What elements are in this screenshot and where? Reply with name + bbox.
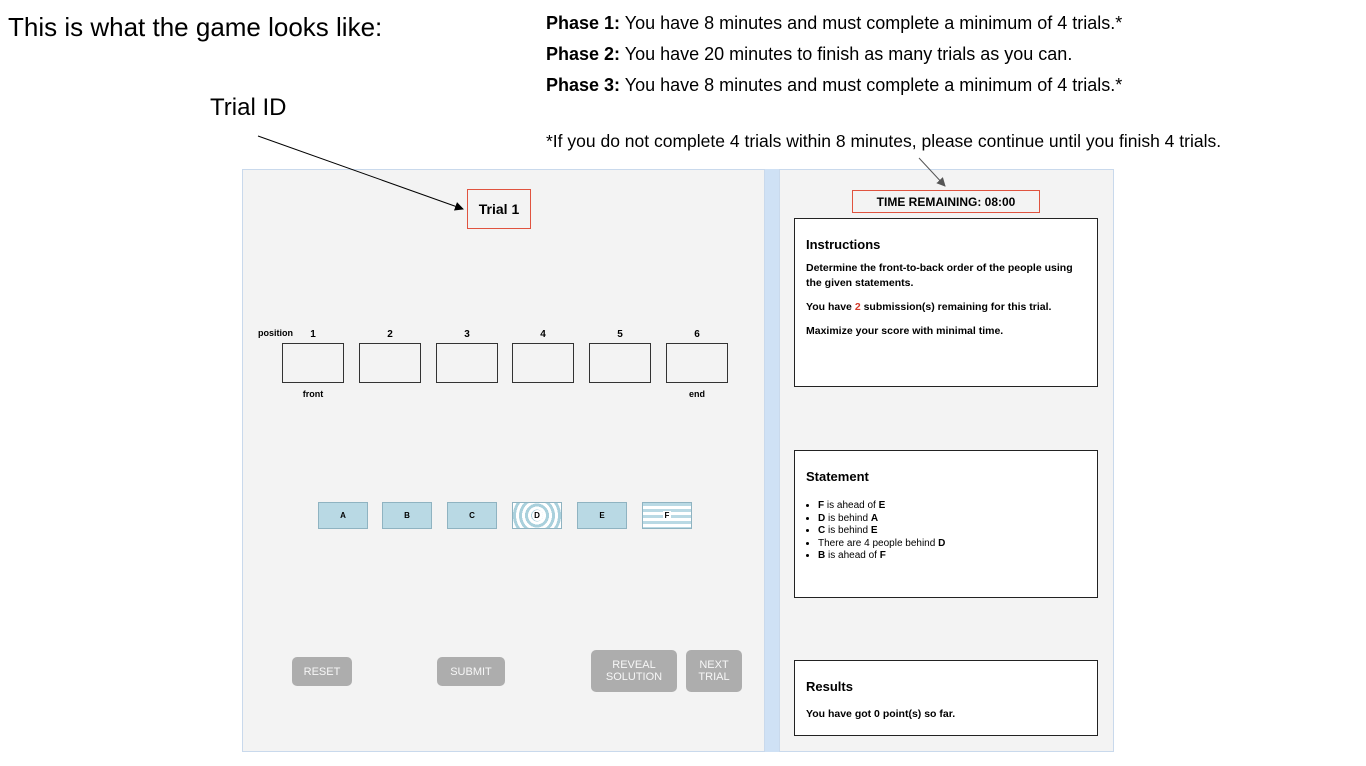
time-remaining: TIME REMAINING: 08:00: [852, 190, 1040, 213]
statement-list: F is ahead of E D is behind A C is behin…: [806, 500, 1086, 563]
statement-card: Statement F is ahead of E D is behind A …: [794, 450, 1098, 598]
position-number: 2: [387, 329, 393, 340]
position-number: 4: [540, 329, 546, 340]
statement-item: B is ahead of F: [818, 550, 1086, 563]
position-slot-1[interactable]: [282, 343, 344, 383]
position-slot-6[interactable]: [666, 343, 728, 383]
person-tile-f[interactable]: F: [642, 502, 692, 529]
person-tile-b[interactable]: B: [382, 502, 432, 529]
position-slot-2[interactable]: [359, 343, 421, 383]
next-trial-button[interactable]: NEXT TRIAL: [686, 650, 742, 692]
button-label-line: SOLUTION: [605, 671, 663, 683]
person-tile-c[interactable]: C: [447, 502, 497, 529]
person-tile-e[interactable]: E: [577, 502, 627, 529]
button-label-line: REVEAL: [612, 659, 656, 671]
statement-item: D is behind A: [818, 513, 1086, 526]
instructions-line: Determine the front-to-back order of the…: [806, 262, 1073, 289]
instructions-card: Instructions Determine the front-to-back…: [794, 218, 1098, 387]
statement-item: C is behind E: [818, 525, 1086, 538]
trial-id-annotation: Trial ID: [210, 94, 287, 121]
position-number: 3: [464, 329, 470, 340]
results-title: Results: [806, 679, 853, 694]
submissions-line: You have 2 submission(s) remaining for t…: [806, 301, 1052, 313]
instructions-line: Maximize your score with minimal time.: [806, 325, 1004, 337]
person-tile-a[interactable]: A: [318, 502, 368, 529]
person-tile-d[interactable]: D: [512, 502, 562, 529]
button-label-line: TRIAL: [698, 671, 730, 683]
phase-3: Phase 3: You have 8 minutes and must com…: [546, 75, 1123, 95]
end-label: end: [688, 389, 705, 399]
statement-title: Statement: [806, 469, 869, 484]
results-text: You have got 0 point(s) so far.: [806, 708, 956, 720]
phase-descriptions: Phase 1: You have 8 minutes and must com…: [546, 8, 1122, 101]
position-number: 1: [310, 329, 316, 340]
trial-title: Trial 1: [467, 189, 531, 229]
results-card: Results You have got 0 point(s) so far.: [794, 660, 1098, 736]
statement-item: F is ahead of E: [818, 500, 1086, 513]
panel-divider: [765, 169, 779, 752]
statement-item: There are 4 people behind D: [818, 538, 1086, 551]
tile-label: D: [531, 510, 543, 521]
button-label-line: NEXT: [699, 659, 729, 671]
intro-text: This is what the game looks like:: [8, 12, 383, 42]
position-slot-5[interactable]: [589, 343, 651, 383]
position-number: 6: [694, 329, 700, 340]
submit-button[interactable]: SUBMIT: [437, 657, 505, 686]
reveal-solution-button[interactable]: REVEAL SOLUTION: [591, 650, 677, 692]
phase-2: Phase 2: You have 20 minutes to finish a…: [546, 44, 1073, 64]
position-number: 5: [617, 329, 623, 340]
instructions-title: Instructions: [806, 237, 881, 252]
reset-button[interactable]: RESET: [292, 657, 352, 686]
footnote: *If you do not complete 4 trials within …: [546, 131, 1222, 151]
phase-1: Phase 1: You have 8 minutes and must com…: [546, 13, 1123, 33]
position-slot-4[interactable]: [512, 343, 574, 383]
tile-label: F: [662, 511, 672, 520]
position-slot-3[interactable]: [436, 343, 498, 383]
front-label: front: [302, 389, 324, 399]
